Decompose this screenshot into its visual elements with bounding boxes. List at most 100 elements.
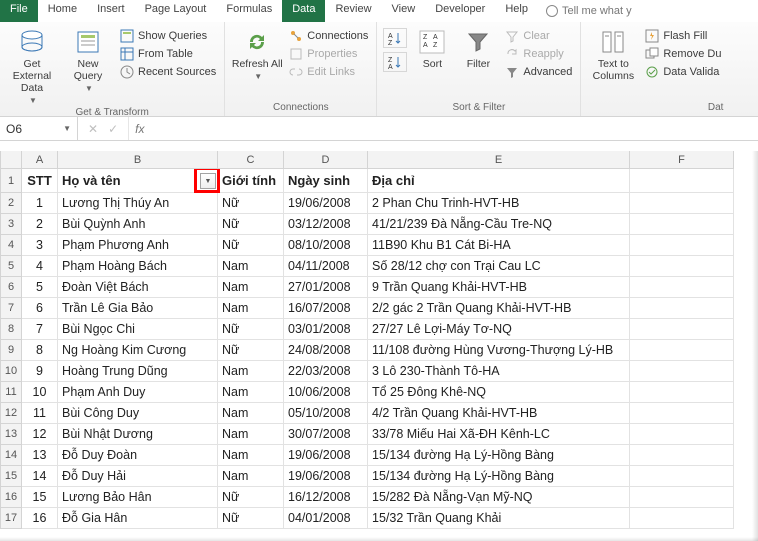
cell-ngay-sinh[interactable]: 08/10/2008 <box>284 235 368 256</box>
cell-dia-chi[interactable]: 15/134 đường Hạ Lý-Hồng Bàng <box>368 445 630 466</box>
cell-stt[interactable]: 12 <box>22 424 58 445</box>
cell-ngay-sinh[interactable]: 03/01/2008 <box>284 319 368 340</box>
cell[interactable] <box>630 256 734 277</box>
cell-ho-ten[interactable]: Đỗ Duy Hải <box>58 466 218 487</box>
cell-dia-chi[interactable]: 2 Phan Chu Trinh-HVT-HB <box>368 193 630 214</box>
cell-ho-ten[interactable]: Đỗ Duy Đoàn <box>58 445 218 466</box>
cell-stt[interactable]: 1 <box>22 193 58 214</box>
cell-dia-chi[interactable]: 4/2 Trần Quang Khải-HVT-HB <box>368 403 630 424</box>
row-header[interactable]: 2 <box>0 193 22 214</box>
cell-gioi-tinh[interactable]: Nữ <box>218 193 284 214</box>
cell-stt[interactable]: 7 <box>22 319 58 340</box>
tab-insert[interactable]: Insert <box>87 0 135 22</box>
cell-stt[interactable]: 13 <box>22 445 58 466</box>
cell-ngay-sinh[interactable]: 04/01/2008 <box>284 508 368 529</box>
cell-gioi-tinh[interactable]: Nam <box>218 361 284 382</box>
cell-gioi-tinh[interactable]: Nam <box>218 466 284 487</box>
flash-fill-button[interactable]: Flash Fill <box>643 28 723 44</box>
cell-gioi-tinh[interactable]: Nữ <box>218 508 284 529</box>
data-validation-button[interactable]: Data Valida <box>643 64 723 80</box>
refresh-all-button[interactable]: Refresh All ▼ <box>231 24 283 81</box>
cell[interactable] <box>630 277 734 298</box>
tell-me[interactable]: Tell me what y <box>546 0 632 22</box>
row-header[interactable]: 8 <box>0 319 22 340</box>
sort-button[interactable]: ZAAZ Sort <box>411 24 453 70</box>
row-header[interactable]: 4 <box>0 235 22 256</box>
cell-ngay-sinh[interactable]: 16/07/2008 <box>284 298 368 319</box>
cell-dia-chi[interactable]: 9 Trần Quang Khải-HVT-HB <box>368 277 630 298</box>
cell[interactable] <box>630 235 734 256</box>
cell-ngay-sinh[interactable]: 24/08/2008 <box>284 340 368 361</box>
filter-button[interactable]: Filter <box>457 24 499 70</box>
cell-stt[interactable]: 3 <box>22 235 58 256</box>
connections-button[interactable]: Connections <box>287 28 370 44</box>
cell-stt[interactable]: 15 <box>22 487 58 508</box>
cell-ho-ten[interactable]: Bùi Nhật Dương <box>58 424 218 445</box>
cell-ho-ten[interactable]: Lương Bảo Hân <box>58 487 218 508</box>
clear-button[interactable]: Clear <box>503 28 574 44</box>
cell[interactable] <box>630 214 734 235</box>
cell-stt[interactable]: 8 <box>22 340 58 361</box>
cell-gioi-tinh[interactable]: Nam <box>218 424 284 445</box>
cancel-icon[interactable]: ✕ <box>88 122 98 136</box>
cell-gioi-tinh[interactable]: Nam <box>218 403 284 424</box>
tab-developer[interactable]: Developer <box>425 0 495 22</box>
column-header[interactable]: E <box>368 151 630 169</box>
cell-dia-chi[interactable]: 41/21/239 Đà Nẵng-Cầu Tre-NQ <box>368 214 630 235</box>
from-table-button[interactable]: From Table <box>118 46 218 62</box>
tab-file[interactable]: File <box>0 0 38 22</box>
header-ho-ten[interactable]: Họ và tên <box>58 169 218 193</box>
column-header[interactable]: F <box>630 151 734 169</box>
tab-data[interactable]: Data <box>282 0 325 22</box>
cell-gioi-tinh[interactable]: Nam <box>218 256 284 277</box>
cell[interactable] <box>630 319 734 340</box>
cell-dia-chi[interactable]: 15/282 Đà Nẵng-Vạn Mỹ-NQ <box>368 487 630 508</box>
header-gioi-tinh[interactable]: Giới tính <box>218 169 284 193</box>
row-header[interactable]: 6 <box>0 277 22 298</box>
cell-ngay-sinh[interactable]: 03/12/2008 <box>284 214 368 235</box>
cell-dia-chi[interactable]: 27/27 Lê Lợi-Máy Tơ-NQ <box>368 319 630 340</box>
cell-ngay-sinh[interactable]: 30/07/2008 <box>284 424 368 445</box>
cell-ho-ten[interactable]: Bùi Công Duy <box>58 403 218 424</box>
tab-home[interactable]: Home <box>38 0 87 22</box>
cell-ngay-sinh[interactable]: 16/12/2008 <box>284 487 368 508</box>
row-header[interactable]: 16 <box>0 487 22 508</box>
cell[interactable] <box>630 466 734 487</box>
select-all-corner[interactable] <box>0 151 22 169</box>
cell-ho-ten[interactable]: Phạm Anh Duy <box>58 382 218 403</box>
cell[interactable] <box>630 382 734 403</box>
row-header[interactable]: 1 <box>0 169 22 193</box>
tab-page-layout[interactable]: Page Layout <box>135 0 217 22</box>
row-header[interactable]: 14 <box>0 445 22 466</box>
row-header[interactable]: 12 <box>0 403 22 424</box>
header-ngay-sinh[interactable]: Ngày sinh <box>284 169 368 193</box>
cell-stt[interactable]: 10 <box>22 382 58 403</box>
cell-ngay-sinh[interactable]: 19/06/2008 <box>284 466 368 487</box>
row-header[interactable]: 15 <box>0 466 22 487</box>
cell[interactable] <box>630 487 734 508</box>
cell-dia-chi[interactable]: Tổ 25 Đông Khê-NQ <box>368 382 630 403</box>
header-dia-chi[interactable]: Địa chỉ <box>368 169 630 193</box>
row-header[interactable]: 5 <box>0 256 22 277</box>
cell-stt[interactable]: 4 <box>22 256 58 277</box>
cell-ho-ten[interactable]: Đoàn Việt Bách <box>58 277 218 298</box>
cell-gioi-tinh[interactable]: Nữ <box>218 319 284 340</box>
column-header[interactable]: D <box>284 151 368 169</box>
row-header[interactable]: 17 <box>0 508 22 529</box>
cell-ngay-sinh[interactable]: 22/03/2008 <box>284 361 368 382</box>
cell-ho-ten[interactable]: Đỗ Gia Hân <box>58 508 218 529</box>
cell-dia-chi[interactable]: 15/134 đường Hạ Lý-Hồng Bàng <box>368 466 630 487</box>
row-header[interactable]: 11 <box>0 382 22 403</box>
enter-icon[interactable]: ✓ <box>108 122 118 136</box>
cell-gioi-tinh[interactable]: Nam <box>218 298 284 319</box>
cell-ho-ten[interactable]: Bùi Ngọc Chi <box>58 319 218 340</box>
cell-stt[interactable]: 14 <box>22 466 58 487</box>
cell-ho-ten[interactable]: Bùi Quỳnh Anh <box>58 214 218 235</box>
cell-ngay-sinh[interactable]: 27/01/2008 <box>284 277 368 298</box>
edit-links-button[interactable]: Edit Links <box>287 64 370 80</box>
cell[interactable] <box>630 193 734 214</box>
cell-gioi-tinh[interactable]: Nam <box>218 382 284 403</box>
filter-dropdown-button[interactable] <box>200 173 216 189</box>
cell-dia-chi[interactable]: 2/2 gác 2 Trần Quang Khải-HVT-HB <box>368 298 630 319</box>
cell-dia-chi[interactable]: 11B90 Khu B1 Cát Bi-HA <box>368 235 630 256</box>
